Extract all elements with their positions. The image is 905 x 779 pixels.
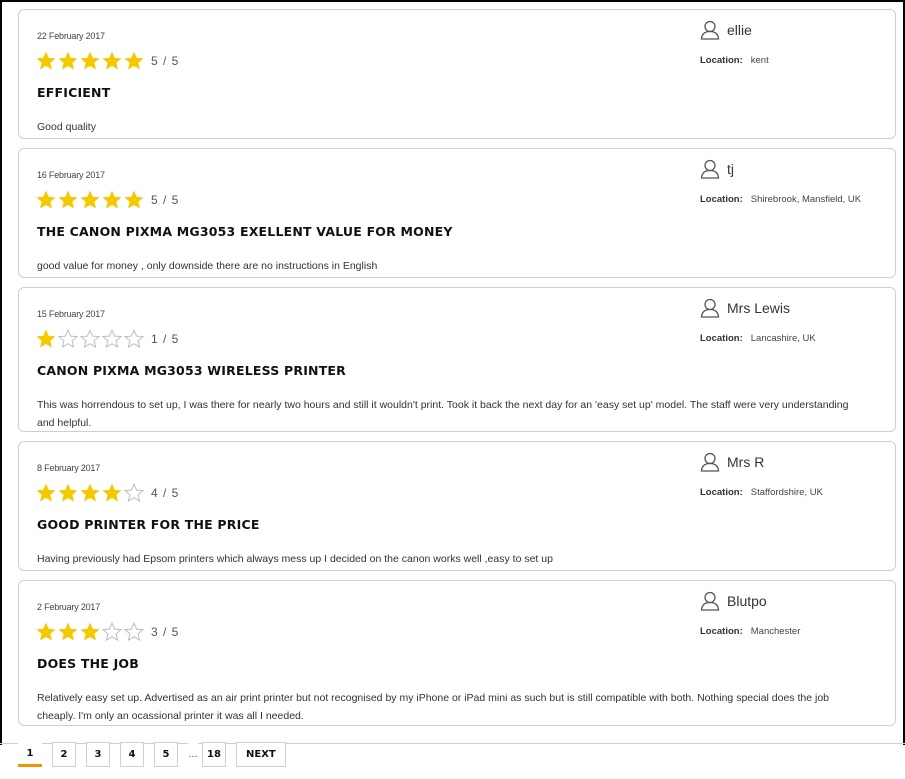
location-label: Location: <box>700 626 743 637</box>
review-body: Relatively easy set up. Advertised as an… <box>37 692 830 722</box>
star-icon <box>102 483 122 503</box>
frame-left-border <box>0 0 2 745</box>
location-value: Lancashire, UK <box>750 333 816 344</box>
location-value: Shirebrook, Mansfield, UK <box>750 194 862 205</box>
star-icon <box>102 190 122 210</box>
star-rating: 3 / 5 <box>36 622 179 642</box>
author-name: Mrs R <box>727 454 765 470</box>
user-icon <box>700 20 720 40</box>
review-card: 15 February 2017 1 / 5 CANON PIXMA MG305… <box>18 287 896 432</box>
page-link-4[interactable]: 4 <box>120 742 144 767</box>
review-date: 16 February 2017 <box>37 170 105 180</box>
star-icon <box>124 483 144 503</box>
star-icon <box>36 483 56 503</box>
reviews-list: 22 February 2017 5 / 5 EFFICIENT Good qu… <box>18 9 896 735</box>
review-body: Having previously had Epsom printers whi… <box>37 553 553 565</box>
review-date: 15 February 2017 <box>37 309 105 319</box>
location-value: kent <box>750 55 769 66</box>
review-card: 22 February 2017 5 / 5 EFFICIENT Good qu… <box>18 9 896 139</box>
star-icon <box>58 622 78 642</box>
star-icon <box>36 190 56 210</box>
review-date: 8 February 2017 <box>37 463 101 473</box>
review-author: Mrs Lewis <box>700 298 790 318</box>
star-icon <box>124 622 144 642</box>
star-icon <box>58 190 78 210</box>
location-label: Location: <box>700 194 743 205</box>
location-label: Location: <box>700 333 743 344</box>
star-icon <box>80 329 100 349</box>
location-value: Manchester <box>750 626 801 637</box>
star-icon <box>36 51 56 71</box>
star-icon <box>80 622 100 642</box>
rating-score: 5 / 5 <box>151 193 180 207</box>
star-icon <box>80 483 100 503</box>
review-date: 2 February 2017 <box>37 602 101 612</box>
star-icon <box>102 622 122 642</box>
review-location: Location: Lancashire, UK <box>700 333 816 344</box>
star-icon <box>102 329 122 349</box>
location-label: Location: <box>700 487 743 498</box>
review-card: 2 February 2017 3 / 5 DOES THE JOB Relat… <box>18 580 896 726</box>
review-author: ellie <box>700 20 752 40</box>
review-title: CANON PIXMA MG3053 WIRELESS PRINTER <box>37 363 346 378</box>
review-title: DOES THE JOB <box>37 656 139 671</box>
review-author: Blutpo <box>700 591 767 611</box>
review-title: EFFICIENT <box>37 85 111 100</box>
rating-score: 5 / 5 <box>151 54 180 68</box>
review-location: Location: kent <box>700 55 769 66</box>
author-name: Mrs Lewis <box>727 300 791 316</box>
review-location: Location: Staffordshire, UK <box>700 487 823 498</box>
page-link-3[interactable]: 3 <box>86 742 110 767</box>
pagination-ellipsis: ... <box>188 742 198 767</box>
review-title: THE CANON PIXMA MG3053 EXELLENT VALUE FO… <box>37 224 453 239</box>
star-rating: 5 / 5 <box>36 51 179 71</box>
location-label: Location: <box>700 55 743 66</box>
rating-score: 1 / 5 <box>151 332 180 346</box>
pagination: 1 2 3 4 5 ... 18 NEXT <box>18 742 296 767</box>
rating-score: 3 / 5 <box>151 625 180 639</box>
page-link-1[interactable]: 1 <box>18 742 42 767</box>
star-icon <box>80 51 100 71</box>
frame-top-border <box>0 0 905 2</box>
review-body: This was horrendous to set up, I was the… <box>37 399 849 429</box>
location-value: Staffordshire, UK <box>750 487 823 498</box>
star-icon <box>58 329 78 349</box>
review-author: Mrs R <box>700 452 764 472</box>
review-card: 16 February 2017 5 / 5 THE CANON PIXMA M… <box>18 148 896 278</box>
user-icon <box>700 591 720 611</box>
star-icon <box>36 329 56 349</box>
author-name: Blutpo <box>727 593 767 609</box>
review-body: Good quality <box>37 121 96 133</box>
star-icon <box>80 190 100 210</box>
star-icon <box>58 51 78 71</box>
author-name: tj <box>727 161 734 177</box>
user-icon <box>700 452 720 472</box>
page-link-2[interactable]: 2 <box>52 742 76 767</box>
star-rating: 4 / 5 <box>36 483 179 503</box>
review-title: GOOD PRINTER FOR THE PRICE <box>37 517 260 532</box>
star-rating: 5 / 5 <box>36 190 179 210</box>
star-rating: 1 / 5 <box>36 329 179 349</box>
review-body: good value for money , only downside the… <box>37 260 378 272</box>
review-date: 22 February 2017 <box>37 31 105 41</box>
star-icon <box>36 622 56 642</box>
review-author: tj <box>700 159 734 179</box>
user-icon <box>700 298 720 318</box>
page-link-5[interactable]: 5 <box>154 742 178 767</box>
star-icon <box>124 329 144 349</box>
review-card: 8 February 2017 4 / 5 GOOD PRINTER FOR T… <box>18 441 896 571</box>
page-link-last[interactable]: 18 <box>202 742 226 767</box>
review-location: Location: Shirebrook, Mansfield, UK <box>700 194 861 205</box>
star-icon <box>102 51 122 71</box>
next-page-button[interactable]: NEXT <box>236 742 286 767</box>
rating-score: 4 / 5 <box>151 486 180 500</box>
star-icon <box>124 190 144 210</box>
user-icon <box>700 159 720 179</box>
author-name: ellie <box>727 22 752 38</box>
review-location: Location: Manchester <box>700 626 800 637</box>
star-icon <box>124 51 144 71</box>
star-icon <box>58 483 78 503</box>
